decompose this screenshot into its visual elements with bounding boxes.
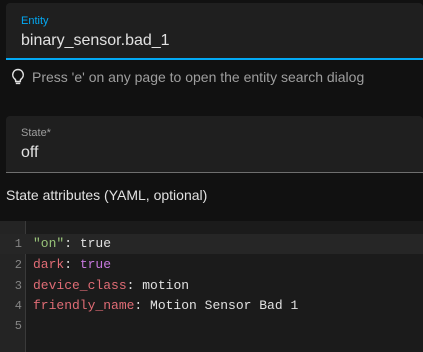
yaml-separator: : [126, 278, 143, 293]
code-line[interactable]: 4 friendly_name: Motion Sensor Bad 1 [0, 296, 423, 316]
entity-field-label: Entity [21, 15, 49, 27]
code-line[interactable]: 1 "on": true [0, 234, 423, 254]
yaml-value: Motion Sensor Bad 1 [150, 298, 299, 313]
yaml-key: device_class [33, 278, 127, 293]
state-field[interactable]: State* [6, 116, 423, 173]
lightbulb-icon [10, 68, 26, 86]
yaml-separator: : [64, 257, 80, 272]
code-line[interactable]: 5 [0, 316, 423, 336]
line-number: 1 [14, 237, 22, 251]
code-line[interactable]: 3 device_class: motion [0, 276, 423, 296]
yaml-value: motion [142, 278, 190, 293]
yaml-key: dark [33, 257, 65, 272]
line-number: 5 [14, 319, 22, 333]
entity-search-hint: Press 'e' on any page to open the entity… [10, 68, 364, 86]
line-number: 2 [14, 258, 22, 272]
hint-text: Press 'e' on any page to open the entity… [32, 69, 365, 85]
code-line[interactable]: 2 dark: true [0, 255, 423, 275]
entity-field[interactable]: Entity [6, 3, 423, 60]
state-field-label: State* [21, 127, 51, 139]
yaml-separator: : [134, 298, 151, 313]
entity-input[interactable] [21, 31, 401, 51]
yaml-editor[interactable]: 1 "on": true 2 dark: true 3 device_class… [0, 221, 423, 352]
yaml-value: true [79, 236, 112, 251]
yaml-value: true [79, 257, 112, 272]
state-input[interactable] [21, 143, 401, 163]
line-number: 4 [14, 299, 22, 313]
yaml-key: friendly_name [33, 298, 135, 313]
attributes-title: State attributes (YAML, optional) [6, 187, 208, 203]
yaml-separator: : [64, 236, 80, 251]
line-number: 3 [14, 279, 22, 293]
yaml-key: "on" [33, 236, 65, 251]
